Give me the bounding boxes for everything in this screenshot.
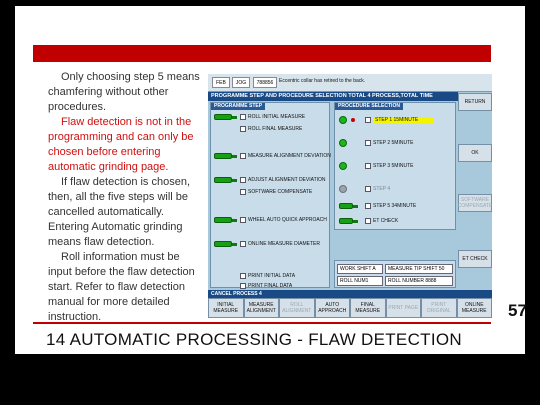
step-row[interactable]: WHEEL AUTO QUICK APPROACH [214,215,327,224]
procedure-row-step4[interactable]: STEP 4 [339,184,390,193]
step-row[interactable]: ROLL INITIAL MEASURE [214,112,305,121]
initial-measure-button[interactable]: INITIAL MEASURE [208,298,244,318]
paragraph-2: Flaw detection is not in the programming… [48,116,194,173]
status-message: Eccentric collar has retired to the back… [279,78,366,84]
paragraph-3: If flaw detection is chosen, then, all t… [48,176,191,248]
print-original-button[interactable]: PRINT ORIGINAL [421,298,457,318]
roll-icon [339,217,358,224]
step-checkbox[interactable] [240,176,246,183]
procedure-selection-title: PROCEDURE SELECTION [335,103,403,110]
step-label: ONLINE MEASURE DIAMETER [248,240,320,247]
step-row[interactable]: PRINT INITIAL DATA [214,271,295,280]
green-ball-icon [339,138,347,147]
step-checkbox[interactable] [240,125,246,132]
grinder-hmi-screenshot: FEB JOG 788856 Eccentric collar has reti… [208,74,492,318]
jog-box: JOG [232,77,250,88]
step-label: PRINT INITIAL DATA [248,272,296,279]
procedure-row-step2[interactable]: STEP 2 5MINUTE [339,138,413,147]
tip-shift-field[interactable]: MEASURE TIP SHIFT 50 [385,264,453,274]
work-shift-field[interactable]: WORK SHIFT A [337,264,383,274]
roll-icon [339,202,358,209]
paragraph-4: Roll information must be input before th… [48,251,195,323]
procedure-label: STEP 1 15MINUTE [373,116,435,123]
auto-approach-button[interactable]: AUTO APPROACH [314,298,350,318]
program-number-box: 788856 [253,77,277,88]
grey-ball-icon [339,184,347,193]
green-ball-icon [339,115,347,124]
slide-body-text: Only choosing step 5 means chamfering wi… [48,70,200,325]
softkey-bar: INITIAL MEASURE MEASURE ALIGNMENT ROLL A… [208,298,492,318]
slide-title: 14 AUTOMATIC PROCESSING - FLAW DETECTION [46,330,462,349]
procedure-label: ET CHECK [373,217,399,224]
step-row[interactable]: SOFTWARE COMPENSATE [214,187,312,196]
procedure-row-step3[interactable]: STEP 3 5MINUTE [339,161,413,170]
procedure-row-et-check[interactable]: ET CHECK [339,216,398,225]
step-label: SOFTWARE COMPENSATE [248,188,313,195]
step-checkbox[interactable] [240,113,246,120]
roll-icon [214,176,237,183]
procedure-checkbox[interactable] [365,185,371,192]
roll-info-panel: WORK SHIFT A MEASURE TIP SHIFT 50 ROLL N… [334,260,456,288]
step-row[interactable]: PRINT FINAL DATA [214,281,292,290]
final-measure-button[interactable]: FINAL MEASURE [350,298,386,318]
step-label: WHEEL AUTO QUICK APPROACH [248,216,327,223]
program-step-title: PROGRAMME STEP [211,103,266,110]
procedure-checkbox[interactable] [365,202,371,209]
procedure-checkbox[interactable] [365,116,371,123]
procedure-selection-panel: PROCEDURE SELECTION STEP 1 15MINUTE STEP… [334,102,456,230]
slide: Only choosing step 5 means chamfering wi… [0,0,540,405]
cancel-process-bar: CANCEL PROCESS 4 [208,290,492,298]
slide-top-accent-bar [33,45,491,62]
step-label: ROLL FINAL MEASURE [248,125,303,132]
procedure-row-step5[interactable]: STEP 5 34MINUTE [339,201,416,210]
step-checkbox[interactable] [240,272,246,279]
roll-icon [214,240,237,247]
return-button[interactable]: RETURN [458,93,492,111]
step-checkbox[interactable] [240,152,246,159]
mode-box: FEB [212,77,230,88]
step-row[interactable]: ONLINE MEASURE DIAMETER [214,239,320,248]
title-underline [33,322,491,324]
paragraph-1: Only choosing step 5 means chamfering wi… [48,71,200,113]
roll-icon [214,113,237,120]
procedure-row-step1[interactable]: STEP 1 15MINUTE [339,115,453,124]
step-row[interactable]: ROLL FINAL MEASURE [214,124,302,133]
software-compensate-button[interactable]: SOFTWARE COMPENSATE [458,194,492,212]
step-label: ROLL INITIAL MEASURE [248,113,306,120]
roll-number-field[interactable]: ROLL NUMBER 8888 [385,276,453,286]
procedure-checkbox[interactable] [365,162,371,169]
program-step-panel: PROGRAMME STEP ROLL INITIAL MEASURE ROLL… [210,102,331,290]
step-label: PRINT FINAL DATA [248,282,293,289]
selection-title-bar: PROGRAMME STEP AND PROCEDURE SELECTION T… [208,92,458,108]
roll-num-field[interactable]: ROLL NUM1 [337,276,383,286]
measure-alignment-button[interactable]: MEASURE ALIGNMENT [243,298,279,318]
roll-icon [214,152,237,159]
step-label: ADJUST ALIGNMENT DEVIATION [248,176,326,183]
procedure-checkbox[interactable] [365,217,371,224]
ok-button[interactable]: OK [458,144,492,162]
procedure-label: STEP 2 5MINUTE [373,139,414,146]
procedure-label: STEP 5 34MINUTE [373,202,417,209]
step-row[interactable]: ADJUST ALIGNMENT DEVIATION [214,175,326,184]
hmi-header: FEB JOG 788856 Eccentric collar has reti… [208,74,492,92]
procedure-checkbox[interactable] [365,139,371,146]
green-ball-icon [339,161,347,170]
print-page-button[interactable]: PRINT PAGE [385,298,421,318]
roll-icon [214,216,237,223]
step-checkbox[interactable] [240,188,246,195]
procedure-label: STEP 3 5MINUTE [373,162,414,169]
red-dot-icon [351,117,355,122]
step-checkbox[interactable] [240,216,246,223]
step-checkbox[interactable] [240,240,246,247]
procedure-label: STEP 4 [373,185,391,192]
online-measure-button[interactable]: ONLINE MEASURE [456,298,492,318]
page-number: 57 [508,301,527,320]
step-checkbox[interactable] [240,282,246,289]
et-check-button[interactable]: ET CHECK [458,250,492,268]
roll-alignment-button[interactable]: ROLL ALIGNMENT [279,298,315,318]
step-label: MEASURE ALIGNMENT DEVIATION [248,152,331,159]
step-row[interactable]: MEASURE ALIGNMENT DEVIATION [214,151,331,160]
